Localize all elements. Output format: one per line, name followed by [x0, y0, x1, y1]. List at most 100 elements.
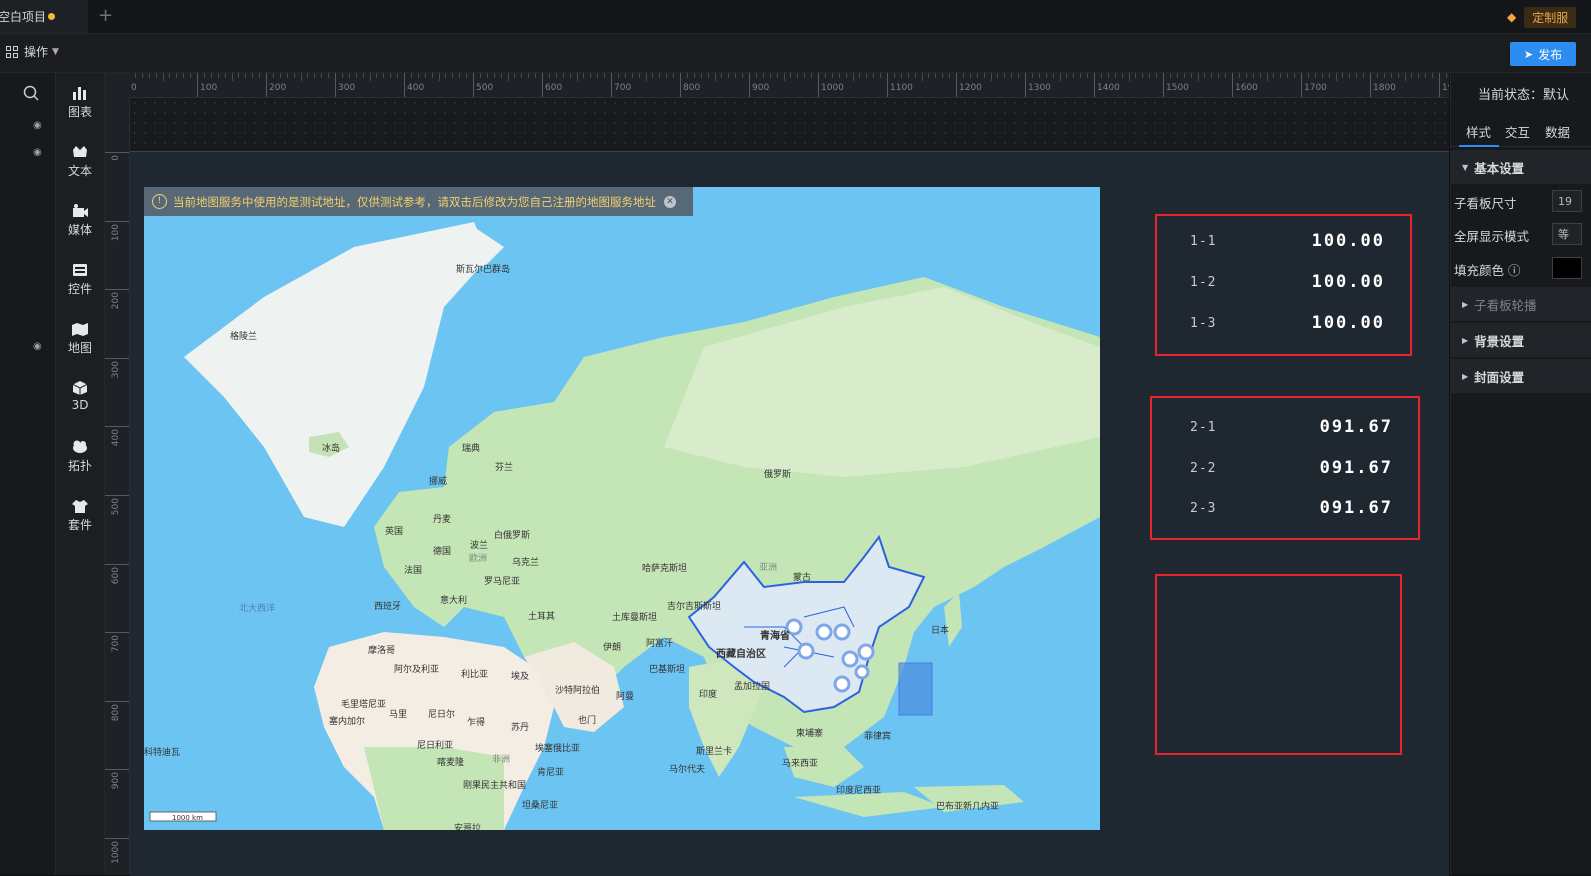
rail-item-text[interactable]: 文本 [56, 144, 104, 179]
ruler-minor-tick [424, 73, 426, 78]
new-tab-plus-icon[interactable]: + [98, 7, 113, 25]
kpi-value: 091.67 [1319, 498, 1393, 518]
ruler-tick [105, 563, 129, 565]
rail-label: 地图 [67, 341, 92, 355]
map-widget[interactable]: 1000 km 格陵兰 斯瓦尔巴群岛 冰岛 瑞典 芬兰 俄罗斯 挪威 丹麦 英国… [144, 187, 1100, 830]
ruler-minor-tick [1314, 73, 1316, 78]
ruler-minor-tick [769, 73, 771, 78]
ruler-minor-tick [831, 73, 833, 78]
search-icon[interactable] [22, 84, 40, 102]
map-label: 北大西洋 [239, 604, 276, 614]
map-label: 菲律宾 [864, 732, 892, 742]
premium-badge[interactable]: ◆ 定制服 [1507, 6, 1577, 28]
ruler-tick [680, 73, 681, 97]
visibility-eye-icon[interactable]: ◉ [33, 120, 42, 131]
fullscreen-mode-select[interactable]: 等 [1552, 223, 1582, 245]
ruler-minor-tick [1038, 73, 1040, 78]
rail-item-media[interactable]: 媒体 [56, 203, 104, 238]
rail-item-chart[interactable]: 图表 [56, 85, 104, 120]
publish-button[interactable]: ➤ 发布 [1510, 42, 1576, 66]
ruler-minor-tick [838, 73, 840, 78]
rail-label: 媒体 [67, 223, 92, 237]
operations-menu[interactable]: 操作 ▼ [6, 43, 59, 60]
fill-color-picker[interactable] [1552, 257, 1582, 279]
kpi-box-empty[interactable] [1155, 574, 1402, 755]
ruler-minor-tick [521, 73, 523, 78]
ruler-minor-tick [162, 73, 164, 81]
ruler-tick [611, 73, 612, 97]
canvas-margin [130, 98, 1449, 151]
ruler-minor-tick [1004, 73, 1006, 78]
kpi-value: 091.67 [1319, 417, 1393, 437]
rail-item-suit[interactable]: 套件 [56, 498, 104, 533]
ruler-minor-tick [1218, 73, 1220, 78]
tab-interaction[interactable]: 交互 [1505, 122, 1530, 141]
map-label: 孟加拉国 [734, 682, 771, 692]
ruler-minor-tick [314, 73, 316, 78]
camera-icon [73, 204, 88, 217]
ruler-minor-tick [631, 73, 633, 78]
ruler-minor-tick [962, 73, 964, 78]
ruler-minor-tick [300, 73, 302, 81]
kpi-label: 2-1 [1190, 419, 1217, 435]
map-label: 印度 [699, 690, 718, 700]
tab-style[interactable]: 样式 [1466, 122, 1491, 141]
ruler-minor-tick [666, 73, 668, 78]
rail-item-3d[interactable]: 3D [56, 380, 104, 412]
section-basic[interactable]: ▼ 基本设置 [1450, 149, 1591, 184]
ruler-tick-label: 1200 [959, 83, 982, 93]
ruler-tick [818, 73, 819, 97]
ruler-minor-tick [259, 73, 261, 78]
map-scale: 1000 km [172, 814, 203, 822]
map-label: 马来西亚 [782, 759, 819, 769]
map-label: 哈萨克斯坦 [642, 564, 688, 574]
map-label: 摩洛哥 [368, 646, 396, 656]
ruler-minor-tick [1190, 73, 1192, 78]
rail-item-topology[interactable]: 拓扑 [56, 439, 104, 474]
ruler-minor-tick [376, 73, 378, 78]
kpi-row: 2-2 091.67 [1190, 458, 1393, 478]
premium-label: 定制服 [1524, 6, 1577, 28]
ruler-minor-tick [783, 73, 785, 81]
rail-item-map[interactable]: 地图 [56, 321, 104, 356]
section-cover[interactable]: ▶ 封面设置 [1450, 358, 1591, 393]
rail-label: 控件 [67, 282, 92, 296]
board-size-input[interactable]: 19 [1552, 190, 1582, 212]
prop-label: 全屏显示模式 [1454, 229, 1530, 244]
ruler-tick-label: 100 [111, 223, 121, 241]
project-tab[interactable]: 空白项目 [0, 0, 88, 33]
tab-data[interactable]: 数据 [1545, 122, 1570, 141]
ruler-minor-tick [673, 73, 675, 78]
rail-item-widget[interactable]: 控件 [56, 262, 104, 297]
map-warning-banner[interactable]: ! 当前地图服务中使用的是测试地址，仅供测试参考，请双击后修改为您自己注册的地图… [144, 187, 693, 216]
ruler-tick-label: 1600 [1235, 83, 1258, 93]
map-label: 科特迪瓦 [144, 748, 181, 758]
map-label: 埃塞俄比亚 [535, 744, 581, 754]
kpi-label: 2-2 [1190, 460, 1217, 476]
section-carousel[interactable]: ▶ 子看板轮播 [1450, 286, 1591, 321]
diamond-icon: ◆ [1507, 10, 1517, 24]
ruler-minor-tick [286, 73, 288, 78]
visibility-eye-icon[interactable]: ◉ [33, 147, 42, 158]
ruler-minor-tick [1349, 73, 1351, 78]
ruler-tick-label: 1800 [1373, 83, 1396, 93]
ruler-minor-tick [1245, 73, 1247, 78]
section-background[interactable]: ▶ 背景设置 [1450, 322, 1591, 357]
ruler-minor-tick [659, 73, 661, 78]
ruler-tick-label: 900 [752, 83, 770, 93]
map-label: 斯瓦尔巴群岛 [456, 265, 511, 275]
close-icon[interactable]: ✕ [664, 195, 676, 208]
ruler-minor-tick [190, 73, 192, 78]
map-label: 巴基斯坦 [649, 665, 686, 675]
ruler-minor-tick [1045, 73, 1047, 78]
visibility-eye-icon[interactable]: ◉ [33, 341, 42, 352]
ruler-minor-tick [693, 73, 695, 78]
ruler-minor-tick [1307, 73, 1309, 78]
map-label: 马里 [389, 710, 408, 720]
ruler-tick [956, 73, 957, 97]
map-label: 喀麦隆 [437, 758, 465, 768]
ruler-minor-tick [1383, 73, 1385, 78]
ruler-minor-tick [1259, 73, 1261, 78]
ruler-minor-tick [445, 73, 447, 78]
vertical-ruler: 0 100 200 300 400 500 600 700 800 900 1000 [105, 97, 130, 875]
